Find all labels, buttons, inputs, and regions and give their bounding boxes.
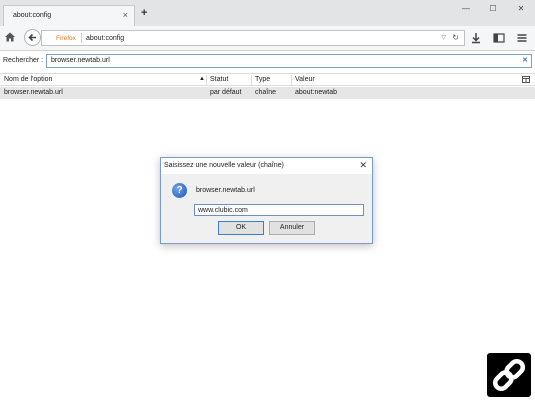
close-tab-icon[interactable]: × — [123, 10, 128, 20]
url-dropdown-icon[interactable]: ▽ — [441, 34, 446, 41]
column-divider[interactable] — [291, 75, 292, 85]
navigation-toolbar: Firefox about:config ▽ ↻ — [0, 26, 535, 51]
window-close-icon[interactable]: ✕ — [514, 4, 528, 13]
option-status: par défaut — [210, 89, 242, 96]
option-type: chaîne — [255, 89, 277, 96]
column-header-status[interactable]: Statut — [210, 76, 228, 83]
cancel-button[interactable]: Annuler — [269, 221, 315, 235]
tab-strip: about:config × + — ☐ ✕ — [0, 0, 535, 26]
column-header-value[interactable]: Valeur — [295, 76, 315, 83]
table-row[interactable]: browser.newtab.url par défaut chaîne abo… — [0, 87, 535, 99]
column-divider[interactable] — [206, 75, 207, 85]
search-label: Rechercher : — [3, 57, 44, 64]
new-tab-button[interactable]: + — [141, 8, 147, 19]
dialog-body: ? browser.newtab.url www.clubic.com OK A… — [161, 174, 372, 243]
option-name: browser.newtab.url — [4, 89, 63, 96]
value-input-text: www.clubic.com — [198, 206, 248, 214]
sort-indicator-icon: ▲ — [199, 76, 205, 82]
option-value: about:newtab — [295, 89, 338, 96]
sidebar-icon[interactable] — [493, 32, 505, 44]
table-header: Nom de l'option ▲ Statut Type Valeur — [0, 73, 535, 86]
tab-title: about:config — [13, 12, 52, 19]
ok-button[interactable]: OK — [218, 221, 264, 235]
column-picker-icon[interactable] — [522, 76, 530, 83]
dialog-title: Saisissez une nouvelle valeur (chaîne) — [164, 162, 284, 169]
search-value: browser.newtab.url — [51, 57, 110, 64]
link-logo — [487, 353, 531, 397]
clear-search-icon[interactable]: ✕ — [522, 56, 528, 64]
back-arrow-icon — [28, 33, 36, 42]
search-row: Rechercher : browser.newtab.url ✕ — [0, 52, 535, 70]
url-separator — [81, 33, 82, 43]
column-header-type[interactable]: Type — [255, 76, 270, 83]
url-bar[interactable]: Firefox about:config ▽ ↻ — [41, 30, 465, 46]
edit-value-dialog: Saisissez une nouvelle valeur (chaîne) ✕… — [160, 157, 373, 244]
maximize-icon[interactable]: ☐ — [486, 4, 500, 13]
url-text[interactable]: about:config — [86, 35, 124, 42]
dialog-prompt: browser.newtab.url — [196, 187, 255, 194]
minimize-icon[interactable]: — — [459, 4, 473, 13]
tab-about-config[interactable]: about:config × — [3, 5, 135, 26]
dialog-close-icon[interactable]: ✕ — [359, 160, 367, 171]
home-icon[interactable] — [4, 31, 16, 43]
reload-icon[interactable]: ↻ — [452, 33, 459, 42]
column-divider[interactable] — [251, 75, 252, 85]
identity-label[interactable]: Firefox — [56, 35, 76, 42]
search-input[interactable]: browser.newtab.url ✕ — [46, 54, 532, 68]
download-icon[interactable] — [470, 32, 482, 44]
question-icon: ? — [172, 183, 187, 198]
chain-link-icon — [492, 358, 526, 392]
value-input[interactable]: www.clubic.com — [194, 204, 364, 216]
menu-icon[interactable] — [516, 32, 528, 44]
back-button[interactable] — [24, 29, 41, 46]
column-header-name[interactable]: Nom de l'option — [4, 76, 52, 83]
